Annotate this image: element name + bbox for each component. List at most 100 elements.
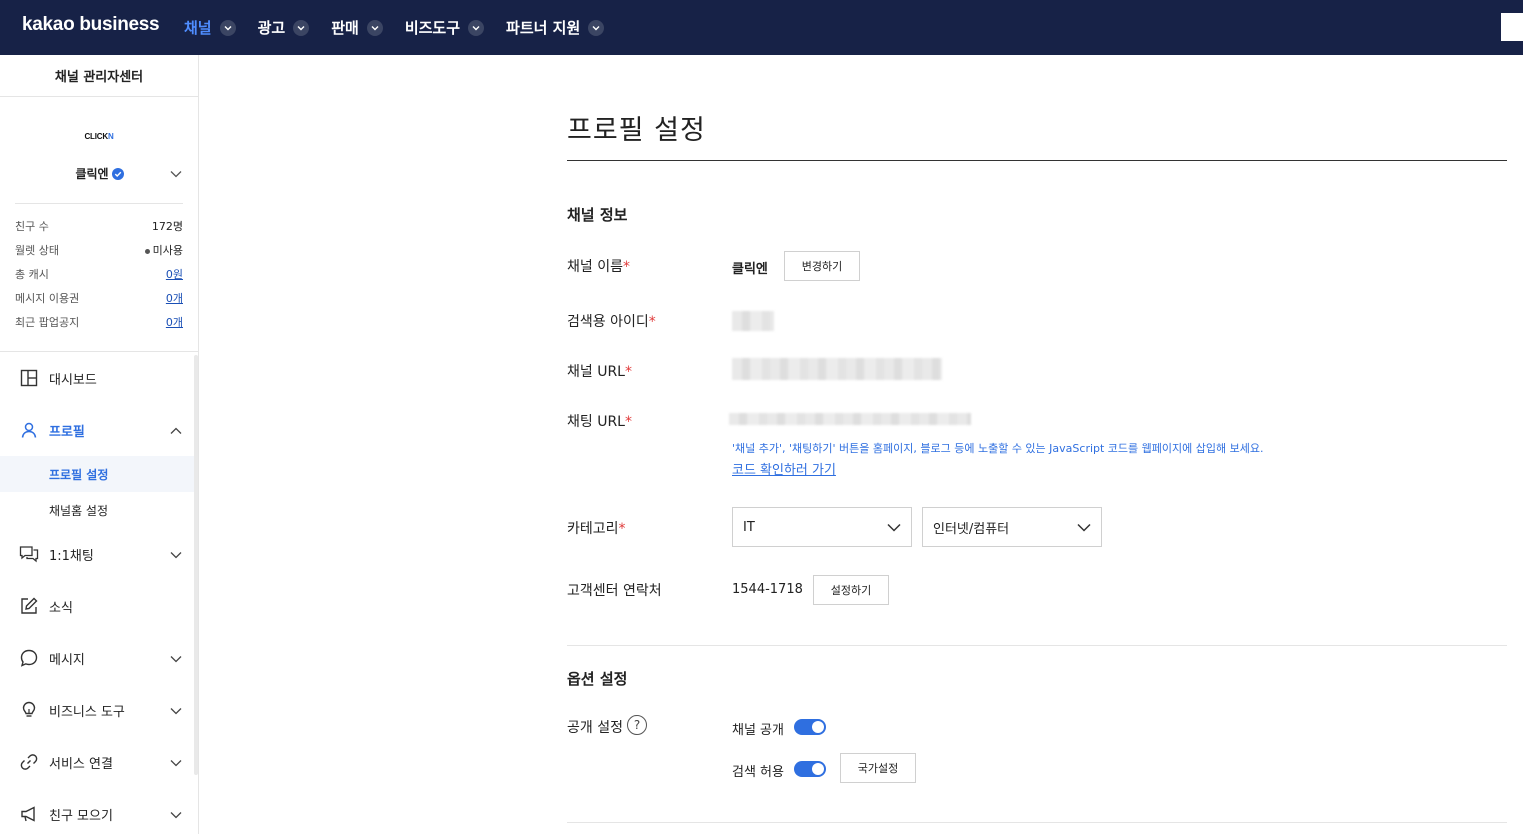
top-nav-sales[interactable]: 판매 <box>331 17 383 38</box>
top-nav-label: 채널 <box>184 19 212 37</box>
required-mark: * <box>625 364 632 380</box>
sidebar-item-label: 소식 <box>49 600 73 616</box>
channel-profile: CLICK N 클릭엔 <box>0 97 198 203</box>
sidebar-item-chat[interactable]: 1:1채팅 <box>0 528 198 580</box>
sidebar-item-profile[interactable]: 프로필 <box>0 404 198 456</box>
sidebar-title: 채널 관리자센터 <box>0 55 198 97</box>
search-allow-label: 검색 허용 <box>732 765 784 780</box>
sidebar: 채널 관리자센터 CLICK N 클릭엔 친구 수 172명 월렛 상태 미사용 … <box>0 55 199 834</box>
stat-cash: 총 캐시 0원 <box>15 262 183 286</box>
top-nav-ads[interactable]: 광고 <box>258 17 310 38</box>
stat-label: 메시지 이용권 <box>15 292 80 305</box>
category-primary-select[interactable]: IT <box>732 507 912 547</box>
sidebar-subitem-profile-settings[interactable]: 프로필 설정 <box>0 456 198 492</box>
section-title-channel-info: 채널 정보 <box>567 206 628 224</box>
set-contact-button[interactable]: 설정하기 <box>813 575 889 605</box>
chevron-down-icon <box>219 19 236 36</box>
sidebar-item-news[interactable]: 소식 <box>0 580 198 632</box>
label-text: 채널 URL <box>567 364 625 380</box>
search-allow-toggle[interactable] <box>794 761 826 777</box>
channel-name-value: 클릭엔 <box>732 262 768 277</box>
change-name-button[interactable]: 변경하기 <box>784 251 860 281</box>
chevron-down-icon <box>293 19 310 36</box>
visibility-label: 공개 설정 <box>567 720 623 736</box>
stat-value: 172명 <box>151 220 183 233</box>
sidebar-item-gather-friends[interactable]: 친구 모으기 <box>0 788 198 834</box>
kakao-business-logo[interactable]: kakao business <box>22 14 160 36</box>
sidebar-item-service-connect[interactable]: 서비스 연결 <box>0 736 198 788</box>
sidebar-menu: 대시보드 프로필 프로필 설정 채널홈 설정 1:1채팅 소식 메시지 비즈니스… <box>0 352 198 834</box>
stat-value-link[interactable]: 0개 <box>166 290 183 306</box>
stat-value-link[interactable]: 0원 <box>166 266 183 282</box>
label-text: 채팅 URL <box>567 414 625 430</box>
chevron-down-icon <box>170 548 182 563</box>
chevron-down-icon <box>1077 521 1091 536</box>
help-icon[interactable]: ? <box>627 715 647 735</box>
select-value: IT <box>743 519 755 535</box>
chevron-down-icon <box>468 19 485 36</box>
top-navigation-bar: kakao business 채널 광고 판매 비즈도구 파트너 지원 <box>0 0 1523 55</box>
sidebar-item-dashboard[interactable]: 대시보드 <box>0 352 198 404</box>
chevron-down-icon <box>170 756 182 771</box>
channel-switch-chevron-icon[interactable] <box>170 167 182 182</box>
required-mark: * <box>622 259 630 275</box>
chevron-up-icon <box>170 424 182 439</box>
required-mark: * <box>625 414 632 430</box>
select-value: 인터넷/컴퓨터 <box>933 521 1010 537</box>
stat-value-wrap: 미사용 <box>144 242 183 258</box>
sidebar-item-label: 친구 모으기 <box>49 808 113 824</box>
javascript-hint-text: '채널 추가', '채팅하기' 버튼을 홈페이지, 블로그 등에 노출할 수 있… <box>732 442 1264 455</box>
stat-value: 미사용 <box>152 244 183 257</box>
section-divider <box>567 822 1507 823</box>
search-id-value-blurred <box>732 311 774 331</box>
sidebar-item-label: 비즈니스 도구 <box>49 704 125 720</box>
sidebar-item-business-tools[interactable]: 비즈니스 도구 <box>0 684 198 736</box>
label-text: 검색용 아이디 <box>567 314 649 330</box>
channel-stats: 친구 수 172명 월렛 상태 미사용 총 캐시 0원 메시지 이용권 0개 최… <box>15 203 183 351</box>
stat-label: 최근 팝업공지 <box>15 316 80 329</box>
stat-friends: 친구 수 172명 <box>15 214 183 238</box>
sidebar-subitem-channel-home-settings[interactable]: 채널홈 설정 <box>0 492 198 528</box>
contact-value: 1544-1718 <box>732 582 803 597</box>
category-secondary-select[interactable]: 인터넷/컴퓨터 <box>922 507 1102 547</box>
sidebar-scrollbar[interactable] <box>194 355 198 775</box>
channel-logo-text: CLICK <box>84 131 108 141</box>
sidebar-item-label: 1:1채팅 <box>49 548 94 564</box>
stat-value-link[interactable]: 0개 <box>166 314 183 330</box>
sidebar-item-label: 서비스 연결 <box>49 756 113 772</box>
label-text: 채널 이름 <box>567 259 623 275</box>
channel-logo: CLICK N <box>80 125 118 147</box>
chevron-down-icon <box>170 652 182 667</box>
top-nav: 채널 광고 판매 비즈도구 파트너 지원 <box>184 0 626 55</box>
stat-popup-notice: 최근 팝업공지 0개 <box>15 310 183 334</box>
status-dot <box>144 248 150 254</box>
top-nav-channel[interactable]: 채널 <box>184 17 236 38</box>
search-id-label: 검색용 아이디* <box>567 311 656 331</box>
sidebar-item-message[interactable]: 메시지 <box>0 632 198 684</box>
stat-label: 월렛 상태 <box>15 244 59 257</box>
contact-label: 고객센터 연락처 <box>567 583 662 599</box>
person-icon <box>19 420 39 440</box>
country-settings-button[interactable]: 국가설정 <box>840 753 916 783</box>
link-icon <box>19 752 39 772</box>
topbar-account-box[interactable] <box>1501 13 1523 41</box>
message-icon <box>19 648 39 668</box>
top-nav-partner-support[interactable]: 파트너 지원 <box>506 17 605 38</box>
channel-logo-accent: N <box>107 131 114 141</box>
page-title: 프로필 설정 <box>567 115 706 146</box>
view-code-link[interactable]: 코드 확인하러 가기 <box>732 459 836 478</box>
chevron-down-icon <box>170 704 182 719</box>
required-mark: * <box>648 314 656 330</box>
top-nav-label: 파트너 지원 <box>506 19 581 37</box>
top-nav-label: 광고 <box>257 19 286 37</box>
label-text: 카테고리 <box>567 521 619 537</box>
channel-public-toggle[interactable] <box>794 719 826 735</box>
top-nav-biz-tools[interactable]: 비즈도구 <box>405 17 485 38</box>
chat-url-label: 채팅 URL* <box>567 411 632 431</box>
verified-badge-icon <box>111 167 124 180</box>
stat-label: 친구 수 <box>15 220 49 233</box>
channel-name-label: 채널 이름* <box>567 256 630 276</box>
sidebar-item-label: 프로필 <box>49 424 85 440</box>
chevron-down-icon <box>170 808 182 823</box>
bulb-icon <box>19 700 39 720</box>
